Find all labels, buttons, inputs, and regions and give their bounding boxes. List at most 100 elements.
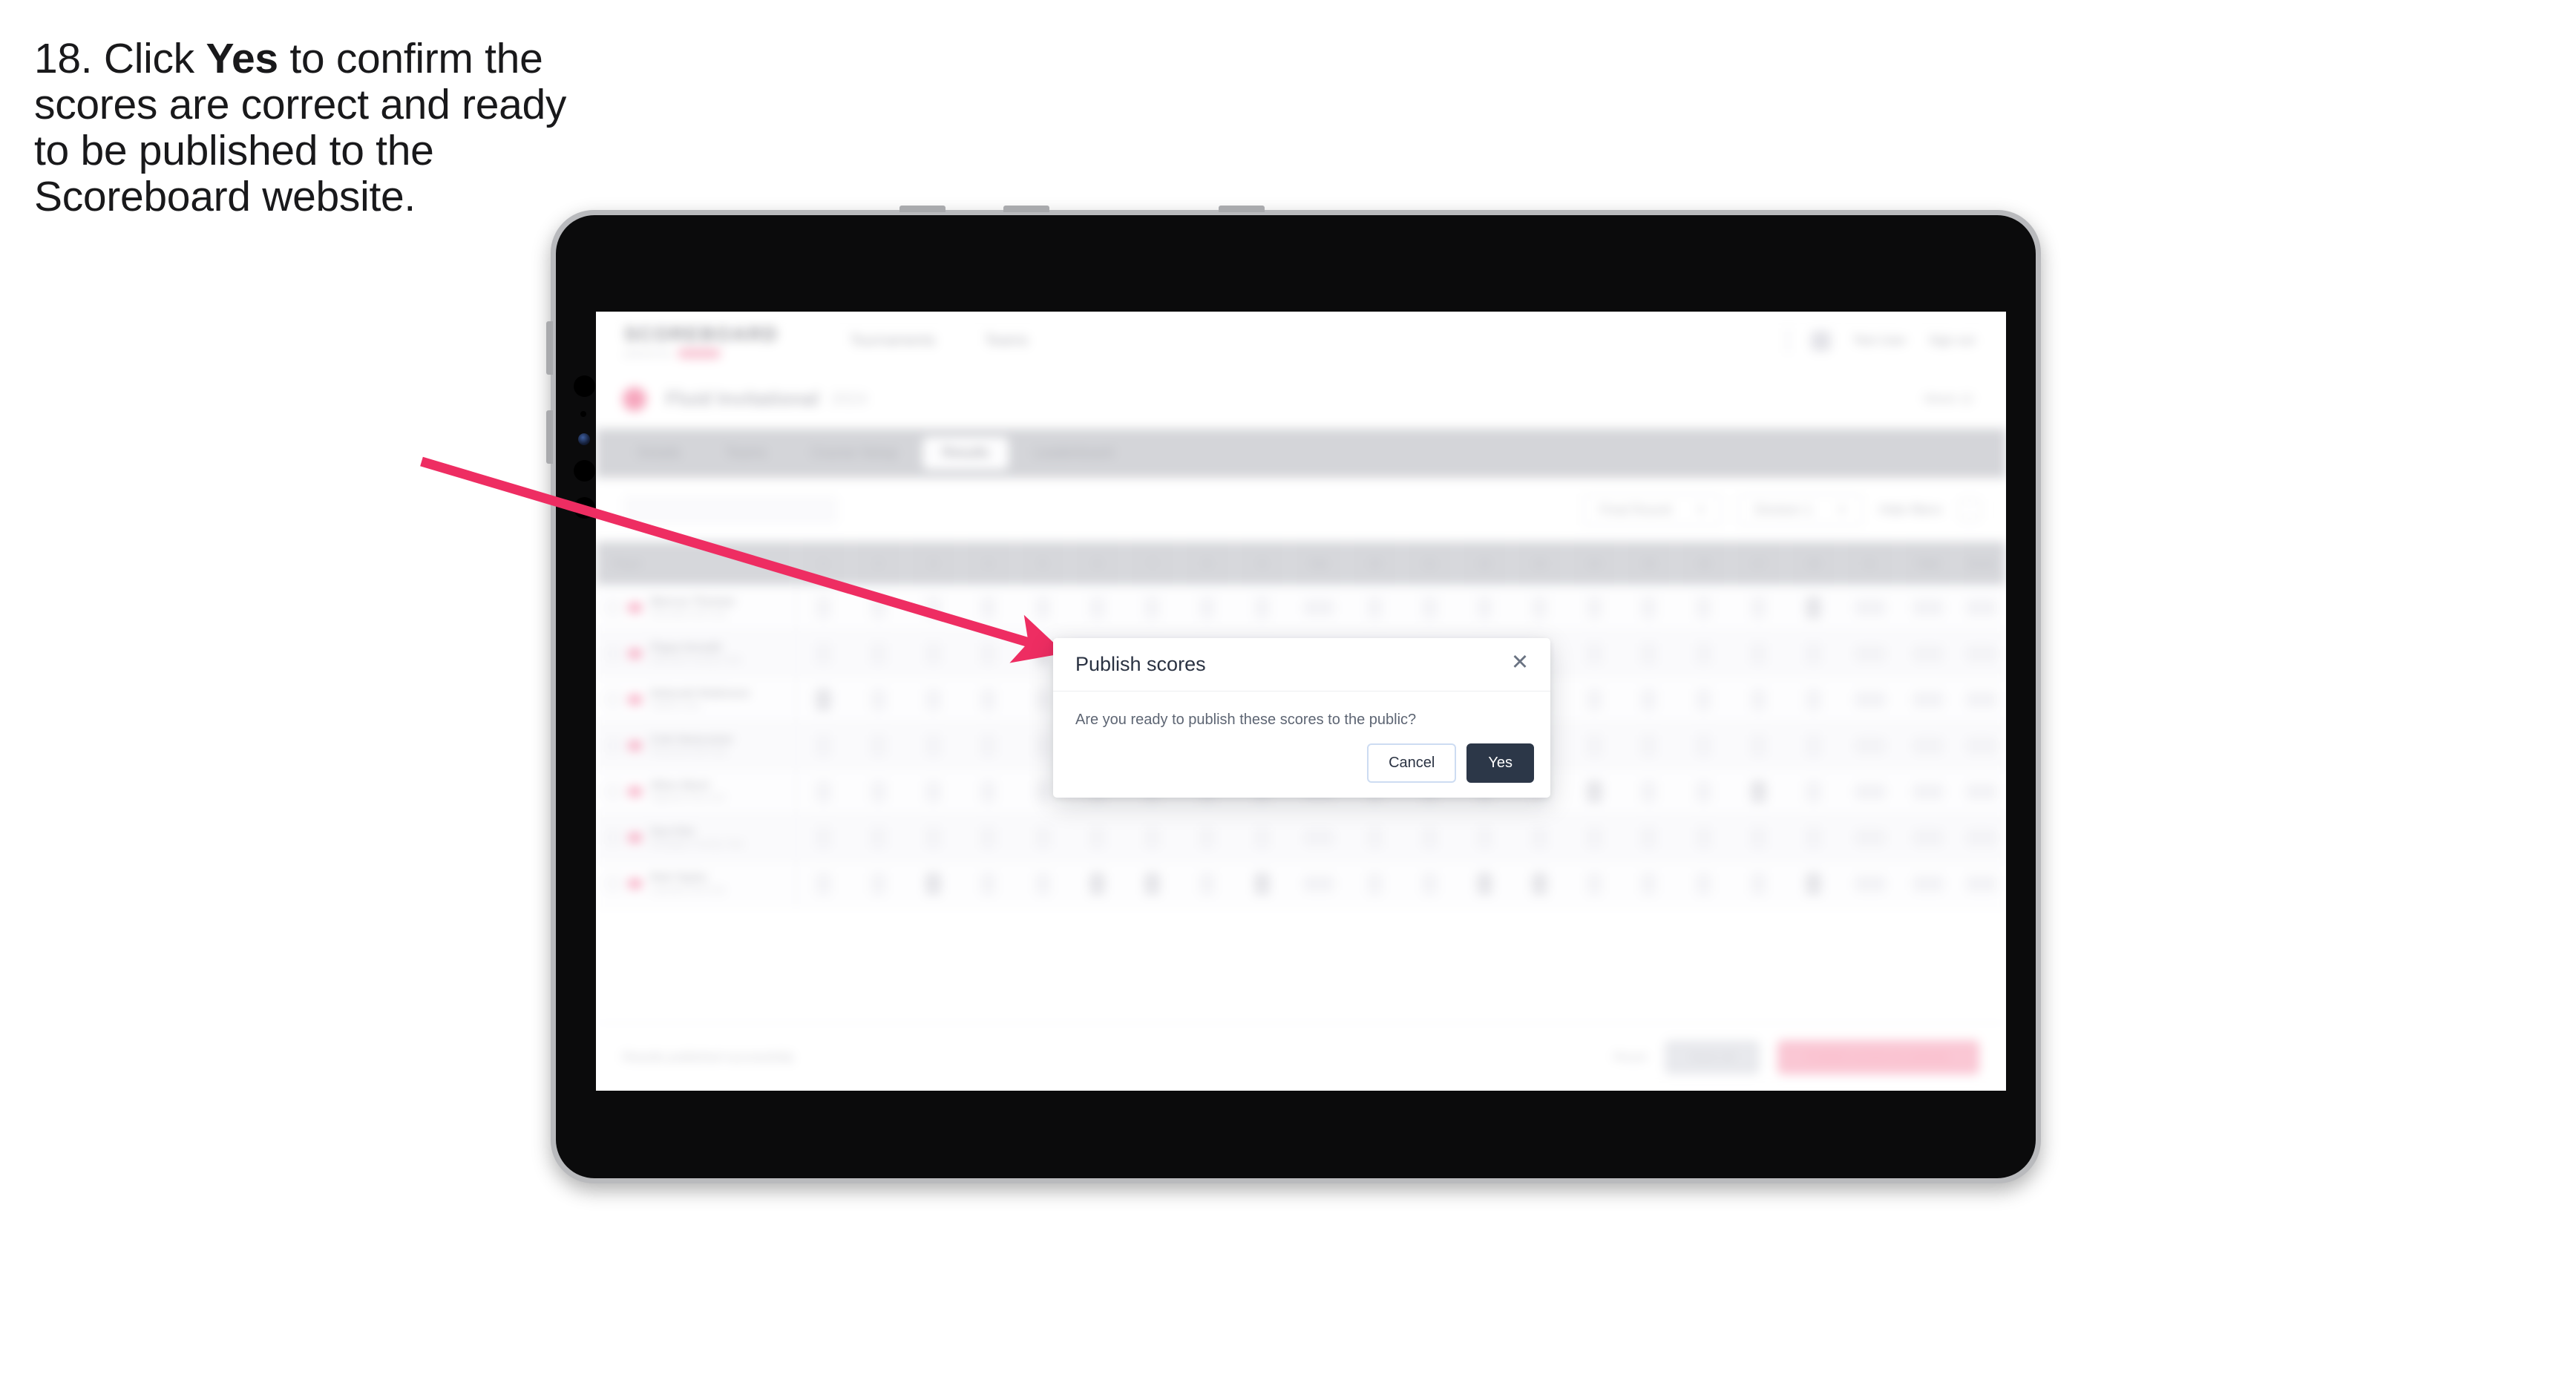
score-input[interactable] bbox=[1532, 597, 1547, 619]
score-input[interactable] bbox=[925, 643, 941, 665]
division-select[interactable]: Division 1 bbox=[1738, 493, 1863, 526]
score-cell[interactable] bbox=[1677, 815, 1731, 860]
row-checkbox[interactable] bbox=[606, 831, 620, 844]
score-input[interactable] bbox=[871, 735, 886, 757]
score-cell[interactable] bbox=[1567, 677, 1622, 722]
score-input[interactable] bbox=[1422, 873, 1438, 895]
nav-item-tournaments[interactable]: Tournaments bbox=[850, 332, 936, 349]
score-cell[interactable] bbox=[961, 861, 1016, 906]
score-cell[interactable] bbox=[1125, 585, 1180, 630]
score-input[interactable] bbox=[1422, 827, 1438, 849]
score-input[interactable] bbox=[1035, 689, 1051, 711]
score-input[interactable] bbox=[1477, 827, 1492, 849]
score-cell[interactable] bbox=[1731, 815, 1786, 860]
score-input[interactable] bbox=[1696, 781, 1711, 803]
score-input[interactable] bbox=[1144, 597, 1160, 619]
score-cell[interactable] bbox=[1622, 677, 1677, 722]
score-input[interactable] bbox=[816, 643, 831, 665]
score-cell[interactable] bbox=[1567, 585, 1622, 630]
score-cell[interactable] bbox=[1677, 631, 1731, 676]
settings-icon[interactable] bbox=[1959, 499, 1981, 521]
score-cell[interactable] bbox=[1786, 677, 1841, 722]
score-cell[interactable] bbox=[1786, 631, 1841, 676]
score-input[interactable] bbox=[1199, 873, 1215, 895]
score-cell[interactable] bbox=[1458, 861, 1513, 906]
score-input[interactable] bbox=[871, 827, 886, 849]
score-input[interactable] bbox=[980, 781, 996, 803]
score-input[interactable] bbox=[1144, 873, 1160, 895]
score-input[interactable] bbox=[816, 827, 831, 849]
score-cell[interactable] bbox=[1348, 585, 1403, 630]
score-cell[interactable] bbox=[1513, 815, 1567, 860]
score-input[interactable] bbox=[871, 643, 886, 665]
score-input[interactable] bbox=[925, 873, 941, 895]
score-cell[interactable] bbox=[1235, 815, 1290, 860]
score-cell[interactable] bbox=[1403, 815, 1458, 860]
score-input[interactable] bbox=[925, 781, 941, 803]
score-input[interactable] bbox=[1751, 689, 1766, 711]
score-input[interactable] bbox=[980, 689, 996, 711]
row-checkbox[interactable] bbox=[606, 601, 620, 614]
score-cell[interactable] bbox=[796, 631, 851, 676]
score-input[interactable] bbox=[1806, 597, 1821, 619]
tab-teams[interactable]: Teams bbox=[706, 437, 786, 470]
score-cell[interactable] bbox=[1016, 815, 1071, 860]
score-cell[interactable] bbox=[961, 585, 1016, 630]
score-cell[interactable] bbox=[906, 585, 961, 630]
score-cell[interactable] bbox=[1622, 815, 1677, 860]
score-cell[interactable] bbox=[851, 861, 906, 906]
score-cell[interactable] bbox=[906, 769, 961, 814]
score-cell[interactable] bbox=[796, 723, 851, 768]
score-cell[interactable] bbox=[1731, 861, 1786, 906]
score-cell[interactable] bbox=[851, 585, 906, 630]
score-cell[interactable] bbox=[1731, 631, 1786, 676]
score-cell[interactable] bbox=[1731, 769, 1786, 814]
score-input[interactable] bbox=[980, 827, 996, 849]
score-input[interactable] bbox=[1035, 781, 1051, 803]
score-cell[interactable] bbox=[1567, 815, 1622, 860]
score-input[interactable] bbox=[1696, 643, 1711, 665]
score-cell[interactable] bbox=[1403, 861, 1458, 906]
score-input[interactable] bbox=[1254, 873, 1270, 895]
score-cell[interactable] bbox=[961, 769, 1016, 814]
score-cell[interactable] bbox=[1786, 723, 1841, 768]
score-input[interactable] bbox=[1587, 781, 1602, 803]
tab-course-setup[interactable]: Course Setup bbox=[792, 437, 917, 470]
tab-details[interactable]: Details bbox=[618, 437, 700, 470]
cancel-button[interactable]: Cancel bbox=[1367, 743, 1456, 783]
score-input[interactable] bbox=[1751, 597, 1766, 619]
score-cell[interactable] bbox=[1348, 815, 1403, 860]
row-checkbox[interactable] bbox=[606, 647, 620, 660]
score-cell[interactable] bbox=[961, 631, 1016, 676]
table-row[interactable]: Marcus Thomas Riverside Golf Club bbox=[596, 585, 2006, 631]
score-input[interactable] bbox=[1641, 643, 1656, 665]
score-input[interactable] bbox=[871, 597, 886, 619]
score-cell[interactable] bbox=[1677, 677, 1731, 722]
score-input[interactable] bbox=[1035, 643, 1051, 665]
row-checkbox[interactable] bbox=[606, 693, 620, 706]
score-cell[interactable] bbox=[1622, 585, 1677, 630]
score-input[interactable] bbox=[925, 597, 941, 619]
score-cell[interactable] bbox=[1180, 815, 1235, 860]
row-checkbox[interactable] bbox=[606, 877, 620, 890]
score-input[interactable] bbox=[816, 735, 831, 757]
score-cell[interactable] bbox=[1070, 585, 1125, 630]
score-cell[interactable] bbox=[1070, 815, 1125, 860]
score-input[interactable] bbox=[1367, 597, 1383, 619]
score-cell[interactable] bbox=[1786, 815, 1841, 860]
tab-results[interactable]: Results bbox=[922, 437, 1008, 470]
score-cell[interactable] bbox=[961, 815, 1016, 860]
score-input[interactable] bbox=[925, 735, 941, 757]
score-cell[interactable] bbox=[1786, 861, 1841, 906]
score-input[interactable] bbox=[871, 781, 886, 803]
score-input[interactable] bbox=[1806, 643, 1821, 665]
score-input[interactable] bbox=[1422, 597, 1438, 619]
score-input[interactable] bbox=[1696, 827, 1711, 849]
score-cell[interactable] bbox=[1622, 631, 1677, 676]
score-cell[interactable] bbox=[906, 677, 961, 722]
score-cell[interactable] bbox=[851, 815, 906, 860]
score-input[interactable] bbox=[1199, 827, 1215, 849]
score-cell[interactable] bbox=[1622, 723, 1677, 768]
score-input[interactable] bbox=[980, 873, 996, 895]
score-input[interactable] bbox=[816, 781, 831, 803]
